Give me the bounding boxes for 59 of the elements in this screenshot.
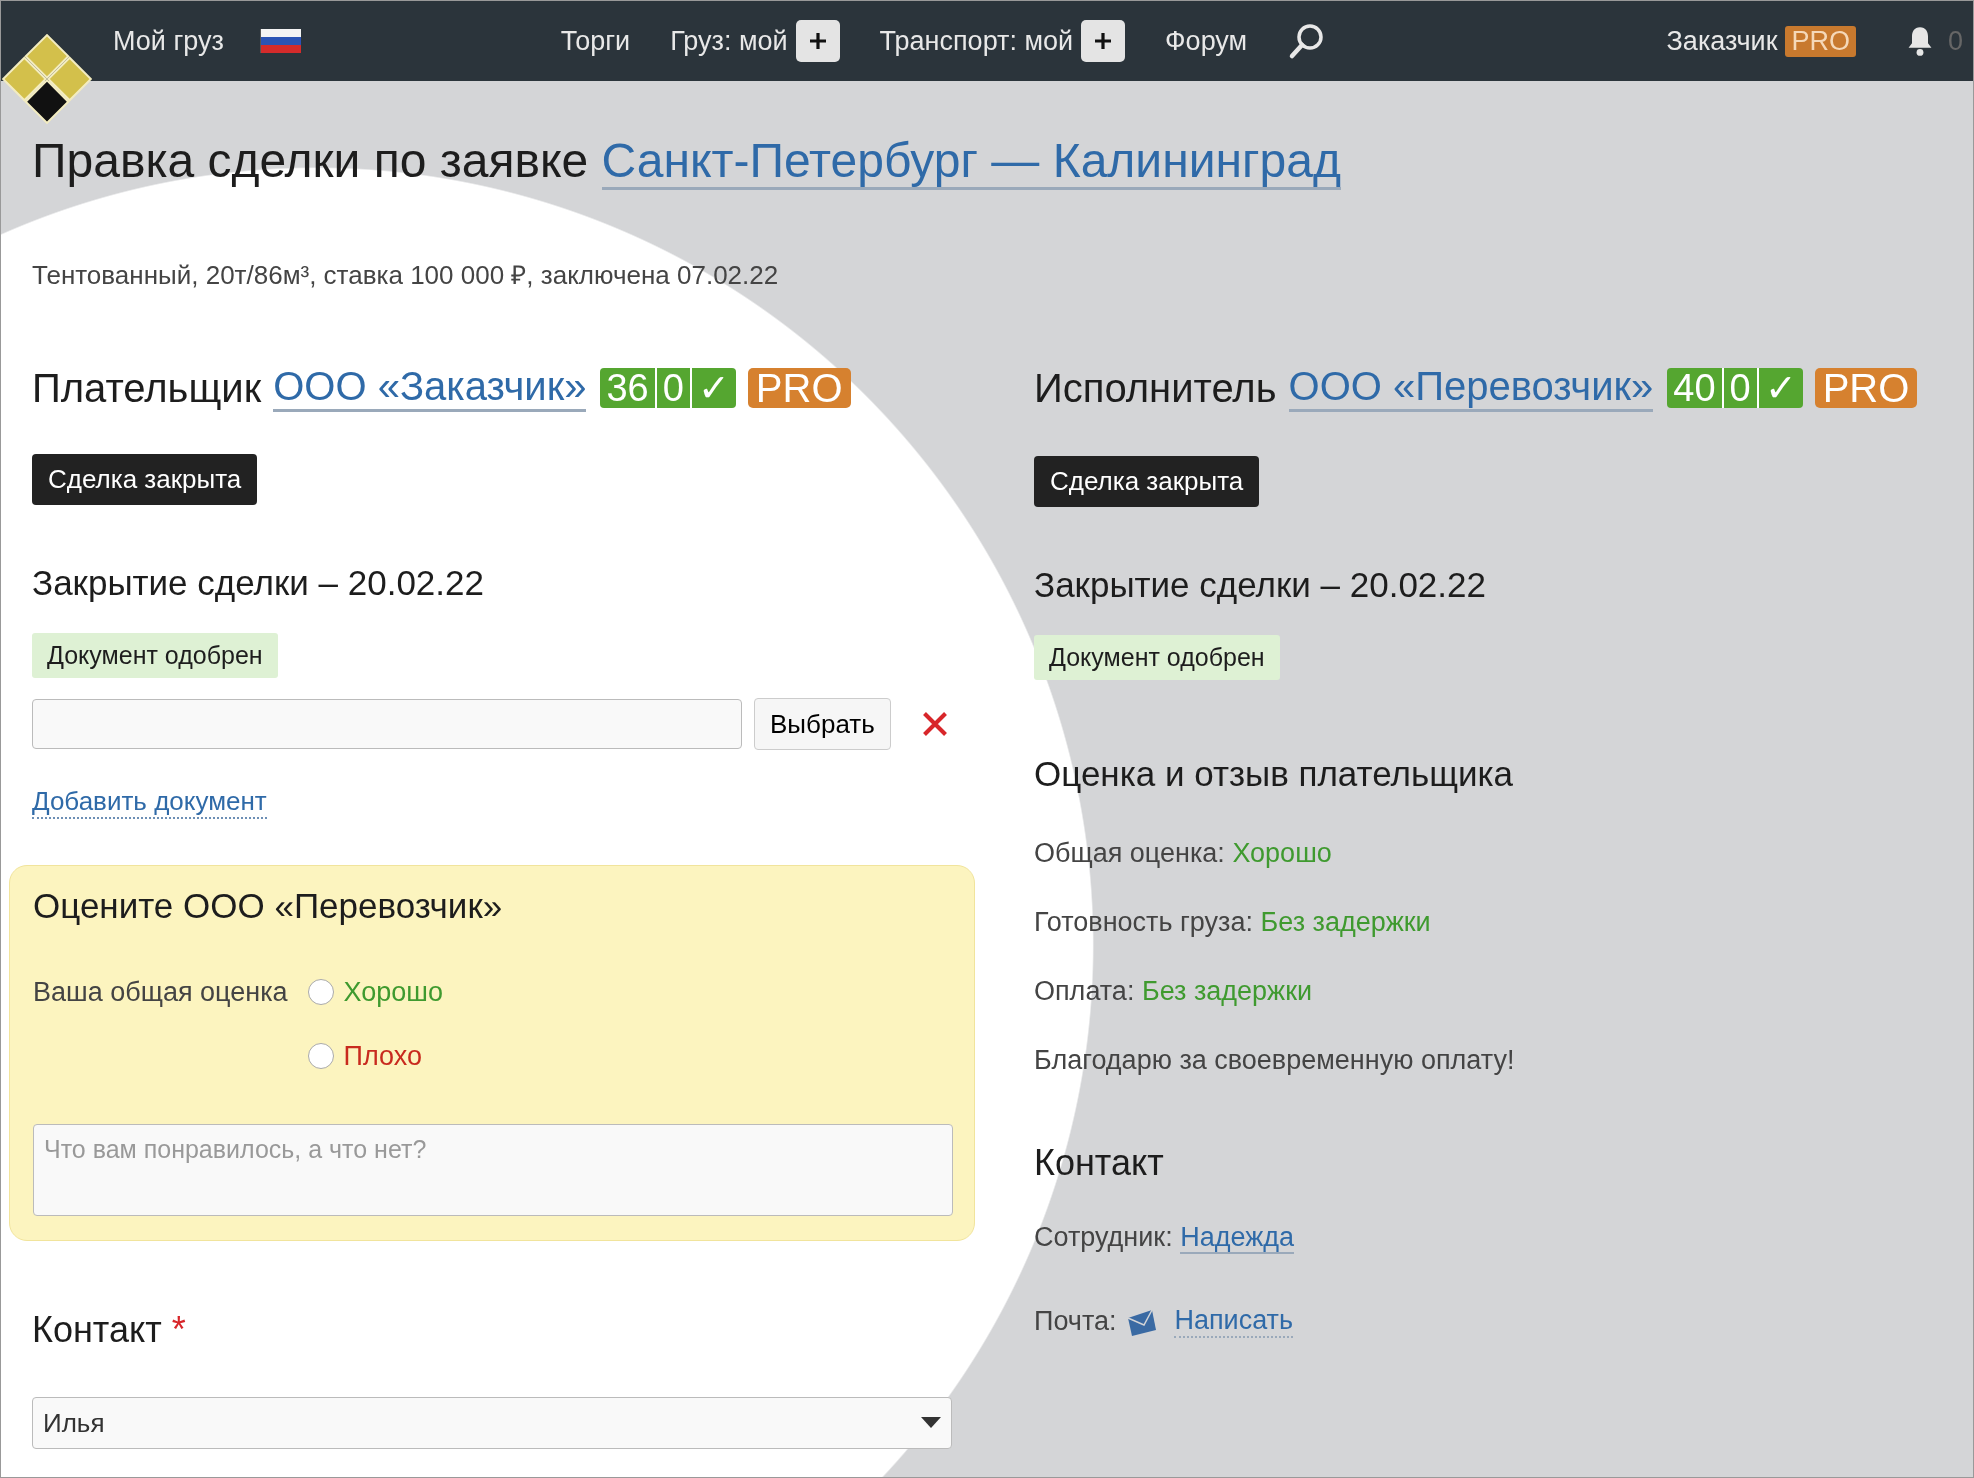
field-value: Без задержки (1260, 907, 1431, 937)
pro-badge: PRO (1785, 25, 1856, 57)
field-label: Сотрудник: (1034, 1222, 1173, 1252)
field-value: Хорошо (1232, 838, 1332, 868)
add-button[interactable] (795, 20, 840, 62)
section-title: Контакт (32, 1309, 162, 1350)
route-link[interactable]: Санкт-Петербург — Калининград (601, 134, 1341, 190)
add-button[interactable] (1081, 20, 1126, 62)
status-button[interactable]: Сделка закрыта (1034, 456, 1260, 507)
section-title: Закрытие сделки – 20.02.22 (1034, 565, 1486, 605)
choose-button[interactable]: Выбрать (754, 698, 891, 750)
status-label: Документ одобрен (1034, 635, 1280, 680)
employee-link[interactable]: Надежда (1180, 1222, 1294, 1254)
status-button[interactable]: Сделка закрыта (32, 454, 258, 505)
field-label: Готовность груза: (1034, 907, 1253, 937)
status-label: Документ одобрен (32, 633, 278, 678)
file-field[interactable] (32, 699, 742, 749)
section-title: Оценка и отзыв плательщика (1034, 754, 1514, 794)
section-title: Закрытие сделки – 20.02.22 (32, 563, 484, 603)
flag-icon[interactable] (259, 29, 301, 53)
field-label: Ваша общая оценка (33, 976, 288, 1009)
nav-link[interactable]: Торги (560, 25, 631, 57)
deal-summary: Тентованный, 20т/86м³, ставка 100 000 ₽, заключена 07.02.22 (32, 259, 780, 292)
radio-button[interactable] (307, 979, 334, 1005)
field-label: Оплата: (1034, 976, 1135, 1006)
plus-icon (1093, 31, 1114, 51)
notification-count: 0 (1947, 25, 1963, 57)
pro-badge: PRO (1814, 368, 1918, 408)
rating-badge: 36 0 ✓ (600, 368, 736, 408)
nav-link[interactable]: Груз: мой (670, 25, 788, 57)
add-document-link[interactable]: Добавить документ (32, 786, 267, 819)
radio-button[interactable] (307, 1043, 334, 1069)
envelope-icon (1126, 1307, 1159, 1336)
rating-badge: 40 0 ✓ (1667, 368, 1803, 408)
dropdown-caret-icon (921, 1417, 941, 1429)
panel-title: Оцените ООО «Перевозчик» (33, 886, 504, 926)
logo-icon[interactable] (2, 34, 92, 124)
review-comment: Благодарю за своевременную оплату! (1034, 1045, 1515, 1076)
page-title: Правка сделки по заявке (32, 134, 589, 187)
option-label[interactable]: Плохо (343, 1036, 422, 1076)
pro-badge: PRO (747, 368, 851, 408)
delete-icon[interactable] (920, 710, 949, 738)
contact-select[interactable]: Илья (32, 1397, 952, 1449)
write-link[interactable]: Написать (1174, 1305, 1294, 1338)
field-label: Почта: (1034, 1306, 1117, 1337)
nav-link[interactable]: Форум (1165, 25, 1248, 57)
company-link[interactable]: ООО «Заказчик» (273, 364, 587, 412)
role-label: Исполнитель (1034, 365, 1277, 411)
section-title: Контакт (1034, 1142, 1164, 1184)
my-cargo-link[interactable]: Мой груз (113, 25, 224, 57)
field-value: Без задержки (1141, 976, 1313, 1006)
field-label: Общая оценка: (1034, 838, 1225, 868)
company-link[interactable]: ООО «Перевозчик» (1288, 364, 1654, 412)
role-label: Плательщик (32, 365, 262, 411)
plus-icon (807, 31, 828, 51)
comment-field[interactable]: Что вам понравилось, а что нет? (33, 1124, 953, 1216)
nav-link[interactable]: Транспорт: мой (879, 25, 1074, 57)
user-link[interactable]: Заказчик (1666, 25, 1778, 57)
required-mark: * (171, 1309, 186, 1350)
